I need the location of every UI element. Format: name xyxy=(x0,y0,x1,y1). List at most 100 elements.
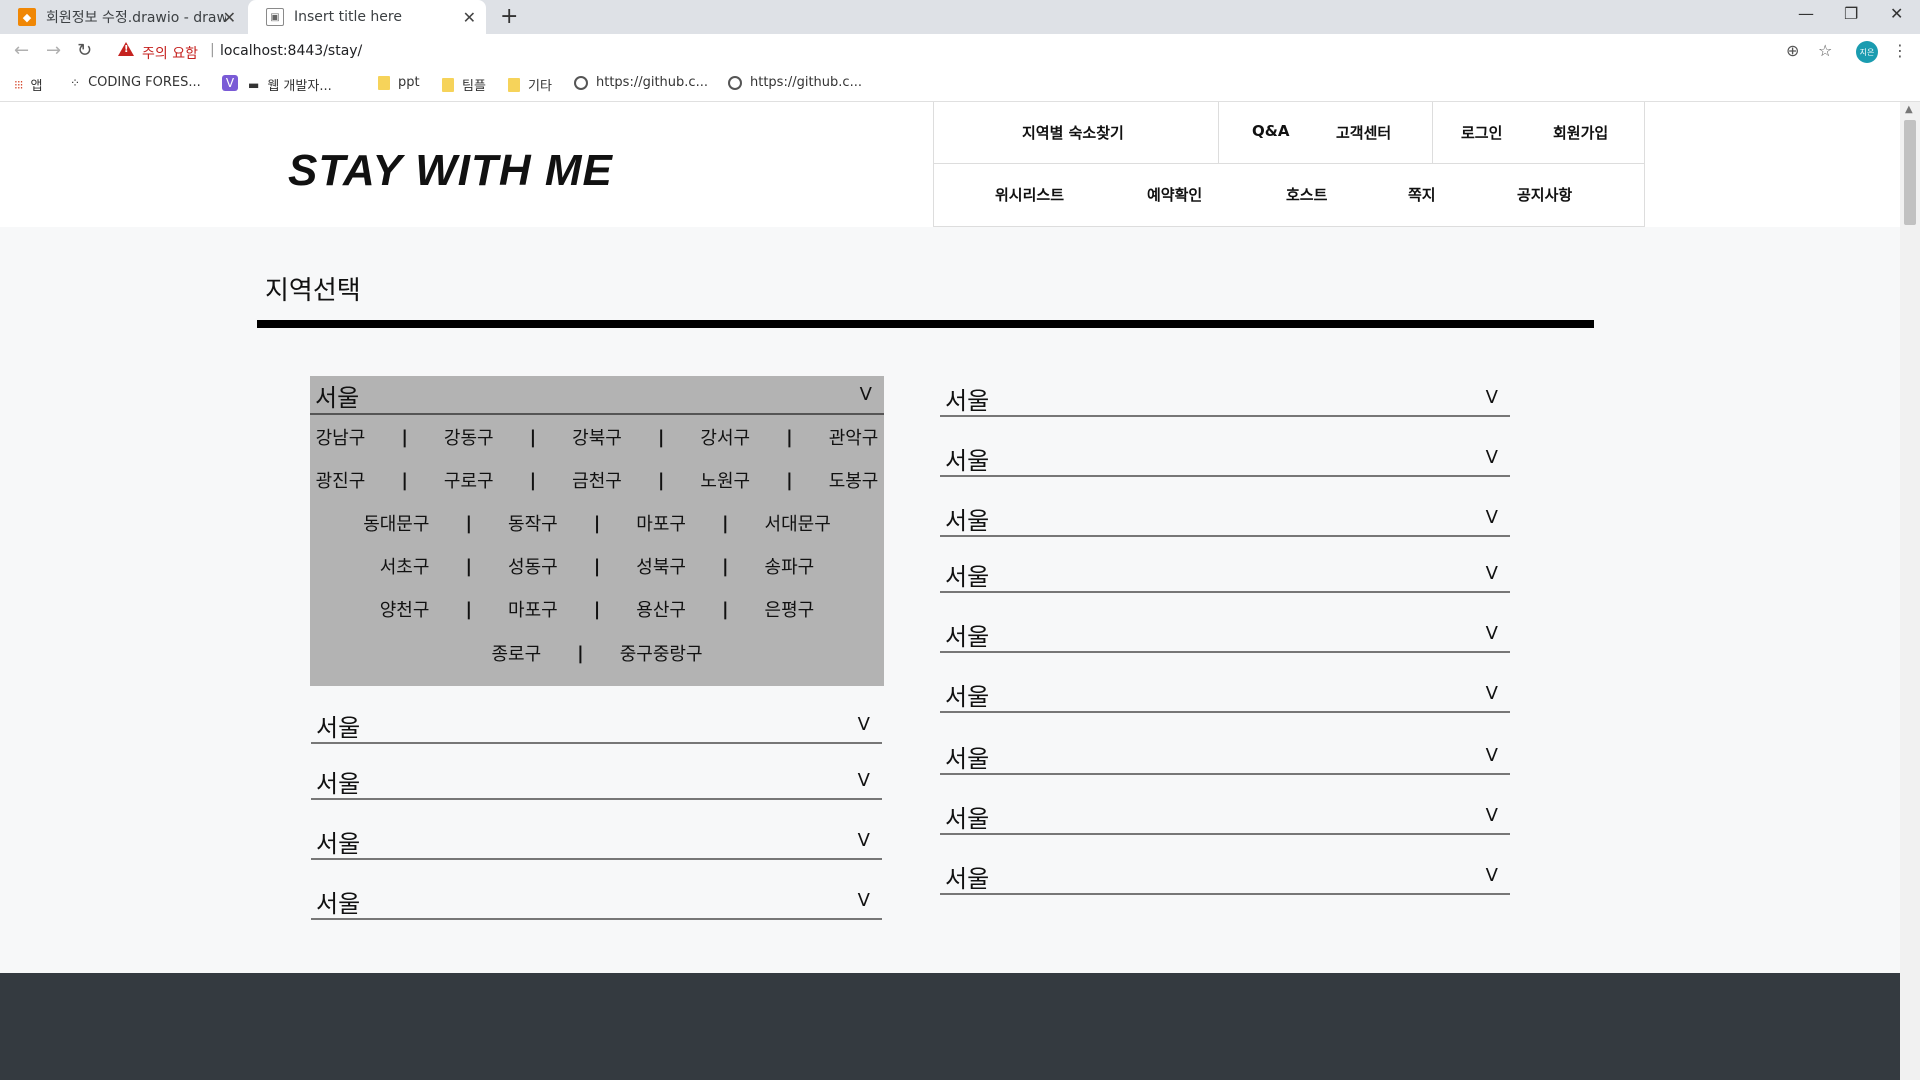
region-accordion[interactable]: 서울 V xyxy=(940,439,1510,477)
district-seodaemun[interactable]: 서대문구 xyxy=(751,510,845,536)
district-eunpyeong[interactable]: 은평구 xyxy=(751,596,829,622)
district-mapo[interactable]: 마포구 xyxy=(494,596,572,622)
reload-button[interactable]: ↻ xyxy=(77,40,92,61)
district-mapo[interactable]: 마포구 xyxy=(622,510,700,536)
site-logo[interactable]: STAY WITH ME xyxy=(288,146,613,196)
region-accordion[interactable]: 서울 V xyxy=(940,857,1510,895)
region-accordion[interactable]: 서울 V xyxy=(311,706,882,744)
region-accordion[interactable]: 서울 V xyxy=(311,762,882,800)
menu-signup[interactable]: 회원가입 xyxy=(1553,122,1608,143)
region-label: 서울 xyxy=(945,507,990,535)
chevron-down-icon: V xyxy=(1485,865,1498,886)
region-accordion[interactable]: 서울 V xyxy=(940,675,1510,713)
new-tab-button[interactable]: + xyxy=(500,4,518,29)
district-gangnam[interactable]: 강남구 xyxy=(302,424,380,450)
district-dobong[interactable]: 도봉구 xyxy=(815,467,893,493)
scrollbar-thumb[interactable] xyxy=(1904,120,1916,225)
menu-customer-center[interactable]: 고객센터 xyxy=(1336,122,1391,143)
menu-messages[interactable]: 쪽지 xyxy=(1408,184,1436,205)
chevron-down-icon: V xyxy=(1485,623,1498,644)
bookmark-github-1[interactable]: https://github.c... xyxy=(574,75,708,90)
zoom-icon[interactable]: ⊕ xyxy=(1786,41,1799,60)
security-warning[interactable]: 주의 요함 xyxy=(142,43,198,63)
region-accordion[interactable]: 서울 V xyxy=(311,822,882,860)
browser-menu-icon[interactable]: ⋮ xyxy=(1892,41,1908,60)
profile-avatar[interactable]: 지은 xyxy=(1856,41,1878,63)
folder-icon xyxy=(378,75,390,90)
district-row: 서초구 | 성동구 | 성북구 | 송파구 xyxy=(310,553,884,579)
minimize-button[interactable]: — xyxy=(1798,4,1814,23)
region-label: 서울 xyxy=(945,387,990,415)
address-bar[interactable]: localhost:8443/stay/ xyxy=(220,43,362,59)
region-accordion[interactable]: 서울 V xyxy=(940,737,1510,775)
back-button[interactable]: ← xyxy=(14,40,29,61)
district-gwangjin[interactable]: 광진구 xyxy=(302,467,380,493)
bookmark-v[interactable]: V xyxy=(222,75,246,91)
district-gangdong[interactable]: 강동구 xyxy=(430,424,508,450)
region-accordion[interactable]: 서울 V xyxy=(940,797,1510,835)
district-gangbuk[interactable]: 강북구 xyxy=(558,424,636,450)
district-songpa[interactable]: 송파구 xyxy=(751,553,829,579)
separator: | xyxy=(786,469,793,491)
bookmark-etc[interactable]: 기타 xyxy=(508,75,552,94)
district-geumcheon[interactable]: 금천구 xyxy=(558,467,636,493)
separator: | xyxy=(401,426,408,448)
chevron-down-icon: V xyxy=(857,830,870,851)
scroll-up-arrow-icon[interactable]: ▲ xyxy=(1905,104,1913,115)
district-junggu-jungnang[interactable]: 중구중랑구 xyxy=(606,640,717,666)
district-seongbuk[interactable]: 성북구 xyxy=(622,553,700,579)
region-accordion[interactable]: 서울 V xyxy=(311,882,882,920)
district-yangcheon[interactable]: 양천구 xyxy=(366,596,444,622)
forward-button[interactable]: → xyxy=(46,40,61,61)
bookmark-github-2[interactable]: https://github.c... xyxy=(728,75,862,90)
tab-insert-title[interactable]: ▣ Insert title here ✕ xyxy=(248,0,486,34)
district-gangseo[interactable]: 강서구 xyxy=(686,424,764,450)
region-accordion[interactable]: 서울 V xyxy=(940,555,1510,593)
bookmark-teamplay[interactable]: 팀플 xyxy=(442,75,486,94)
district-guro[interactable]: 구로구 xyxy=(430,467,508,493)
restore-button[interactable]: ❐ xyxy=(1844,4,1858,23)
menu-login[interactable]: 로그인 xyxy=(1461,122,1502,143)
bookmark-star-icon[interactable]: ☆ xyxy=(1818,41,1832,60)
region-accordion-open: 서울 V 강남구 | 강동구 | 강북구 | 강서구 | 관악구 광진구 | 구… xyxy=(310,376,884,686)
page-scrollbar[interactable]: ▲ xyxy=(1900,102,1920,1080)
district-seongdong[interactable]: 성동구 xyxy=(494,553,572,579)
separator: | xyxy=(657,469,665,491)
district-gwanak[interactable]: 관악구 xyxy=(815,424,893,450)
separator: | xyxy=(465,555,473,577)
menu-host[interactable]: 호스트 xyxy=(1286,184,1327,205)
region-accordion[interactable]: 서울 V xyxy=(940,499,1510,537)
menu-region-search[interactable]: 지역별 숙소찾기 xyxy=(1022,122,1124,143)
district-dongjak[interactable]: 동작구 xyxy=(494,510,572,536)
window-close-button[interactable]: ✕ xyxy=(1890,4,1903,23)
region-label: 서울 xyxy=(945,683,990,711)
menu-qna[interactable]: Q&A xyxy=(1252,122,1289,140)
bookmark-ppt[interactable]: ppt xyxy=(378,75,420,90)
district-seocho[interactable]: 서초구 xyxy=(366,553,444,579)
menu-notice[interactable]: 공지사항 xyxy=(1517,184,1572,205)
bookmark-web-dev[interactable]: ▬ 웹 개발자... xyxy=(248,75,332,95)
close-icon[interactable]: ✕ xyxy=(463,8,476,27)
region-accordion[interactable]: 서울 V xyxy=(940,379,1510,417)
district-jongno[interactable]: 종로구 xyxy=(477,640,555,666)
region-accordion[interactable]: 서울 V xyxy=(940,615,1510,653)
bookmark-apps[interactable]: ⁝⁝⁝ 앱 xyxy=(14,75,42,95)
district-dongdaemun[interactable]: 동대문구 xyxy=(349,510,443,536)
browser-tab-bar: ◆ 회원정보 수정.drawio - draw.io ✕ ▣ Insert ti… xyxy=(0,0,1920,34)
page-icon: ▣ xyxy=(266,8,284,26)
district-yongsan[interactable]: 용산구 xyxy=(622,596,700,622)
menu-wishlist[interactable]: 위시리스트 xyxy=(995,184,1064,205)
tab-title: Insert title here xyxy=(294,9,402,25)
drawio-icon: ◆ xyxy=(18,8,36,26)
bookmark-coding-forest[interactable]: ⁘ CODING FORES... xyxy=(70,75,201,90)
region-label: 서울 xyxy=(945,447,990,475)
main-content: 지역선택 서울 V 강남구 | 강동구 | 강북구 | 강서구 | 관악구 광진… xyxy=(0,227,1900,973)
region-accordion-header[interactable]: 서울 V xyxy=(310,376,884,415)
menu-reservation[interactable]: 예약확인 xyxy=(1147,184,1202,205)
region-label: 서울 xyxy=(316,890,361,918)
close-icon[interactable]: ✕ xyxy=(223,8,236,27)
warning-icon xyxy=(118,42,134,56)
chevron-down-icon: V xyxy=(1485,805,1498,826)
district-nowon[interactable]: 노원구 xyxy=(686,467,764,493)
tab-drawio[interactable]: ◆ 회원정보 수정.drawio - draw.io ✕ xyxy=(0,0,246,34)
